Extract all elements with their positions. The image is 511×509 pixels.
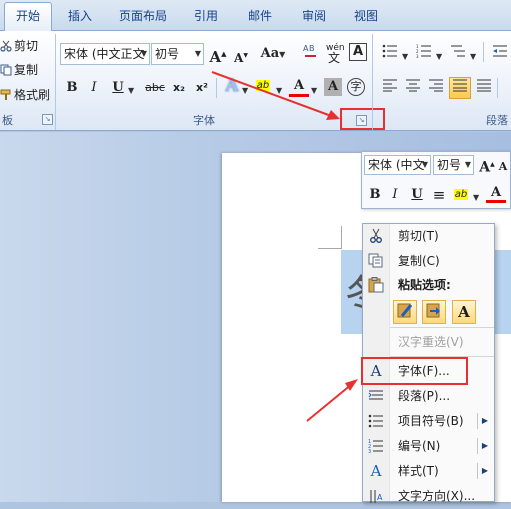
arrow-line-to-launcher — [211, 71, 335, 118]
annotation-arrows — [211, 71, 358, 422]
arrow-line-to-font-item — [306, 383, 353, 422]
